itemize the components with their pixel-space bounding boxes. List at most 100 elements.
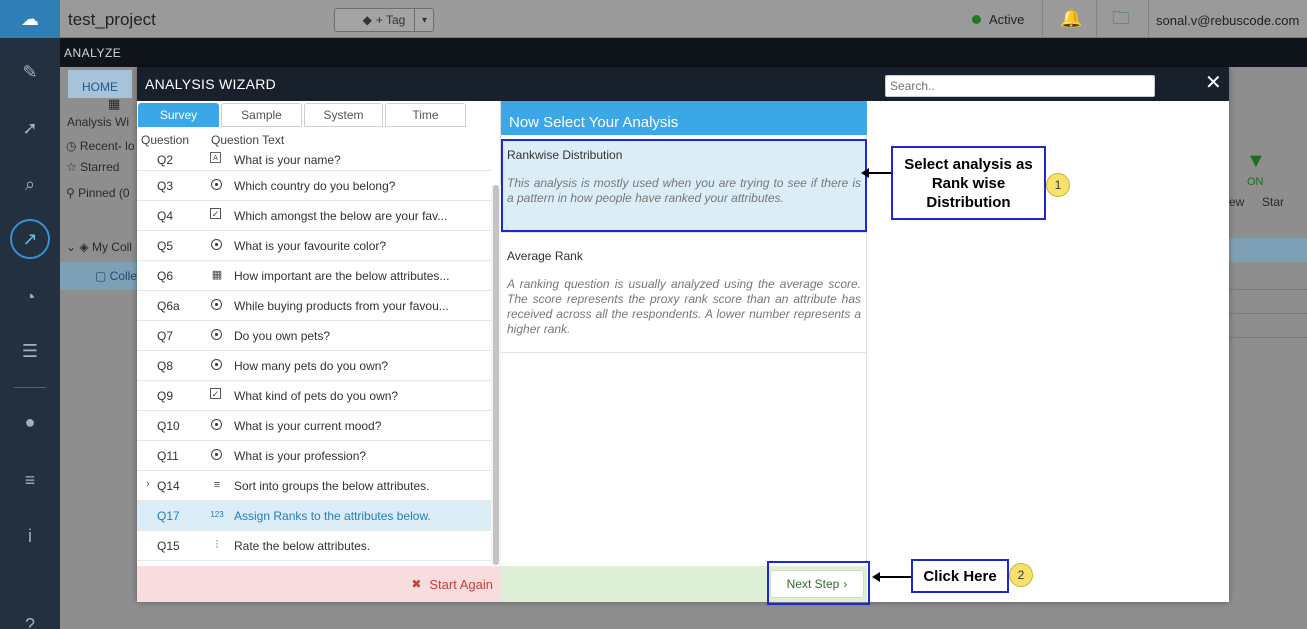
- bell-icon[interactable]: 🔔: [1060, 8, 1082, 29]
- close-icon: ✖: [411, 577, 422, 591]
- question-list: Q2 A What is your name? Q3 Which country…: [137, 151, 491, 565]
- scrollbar-thumb[interactable]: [493, 185, 499, 565]
- radio-question-icon: [210, 298, 224, 312]
- project-name: test_project: [68, 10, 156, 29]
- checkbox-question-icon: ✓: [210, 208, 221, 219]
- top-bar: test_project ◆ + Tag ▾ Active 🔔 🗀 sonal.v…: [60, 0, 1307, 38]
- modal-title: ANALYSIS WIZARD: [145, 76, 277, 92]
- question-row-q17[interactable]: Q17 123 Assign Ranks to the attributes b…: [137, 501, 491, 531]
- column-header-question-text: Question Text: [211, 133, 285, 147]
- search-input[interactable]: [885, 75, 1155, 97]
- question-row-q8[interactable]: Q8 How many pets do you own?: [137, 351, 491, 381]
- close-icon[interactable]: ✕: [1205, 73, 1222, 93]
- source-tabs: Survey Sample System Time: [137, 101, 501, 129]
- tag-dropdown-chevron-icon[interactable]: ▾: [414, 8, 434, 32]
- question-row-q6[interactable]: Q6 ▦ How important are the below attribu…: [137, 261, 491, 291]
- rank-question-icon: 123: [210, 510, 224, 519]
- table-row-highlight: [1228, 238, 1307, 262]
- starred-item[interactable]: ☆ Starred: [66, 160, 119, 174]
- question-row-q5[interactable]: Q5 What is your favourite color?: [137, 231, 491, 261]
- callout-number-badge: 1: [1046, 173, 1070, 197]
- question-row-q14[interactable]: › Q14 ≡ Sort into groups the below attri…: [137, 471, 491, 501]
- callout-select-analysis: Select analysis as Rank wise Distributio…: [891, 146, 1046, 220]
- question-row-q6a[interactable]: Q6a While buying products from your favo…: [137, 291, 491, 321]
- collection-item[interactable]: ▢ Colle: [95, 269, 137, 283]
- radio-question-icon: [210, 328, 224, 342]
- pinned-item[interactable]: ⚲ Pinned (0: [66, 186, 130, 200]
- question-row-q11[interactable]: Q11 What is your profession?: [137, 441, 491, 471]
- radio-question-icon: [210, 238, 224, 252]
- divider: [1228, 313, 1307, 314]
- column-header-question: Question: [141, 133, 190, 147]
- analysis-wizard-label[interactable]: Analysis Wi: [67, 115, 129, 129]
- tag-icon: ◆: [362, 13, 372, 27]
- rocket-icon[interactable]: ➚: [0, 113, 60, 143]
- status-dot-icon: [972, 15, 981, 24]
- question-panel: Survey Sample System Time Question Quest…: [137, 101, 501, 602]
- divider: [1042, 0, 1043, 38]
- modal-header: ANALYSIS WIZARD ✕: [137, 67, 1229, 101]
- section-bar: ANALYZE: [60, 38, 1307, 67]
- question-row-q2[interactable]: Q2 A What is your name?: [137, 151, 491, 171]
- grid-question-icon: ▦: [211, 269, 223, 281]
- radio-question-icon: [210, 418, 224, 432]
- tab-home[interactable]: HOME: [68, 70, 132, 98]
- filter-icon[interactable]: ▼: [1246, 150, 1266, 173]
- callout-arrow-line: [868, 172, 892, 174]
- analysis-panel-title: Now Select Your Analysis: [501, 101, 867, 135]
- rating-question-icon: ⫶: [215, 539, 219, 551]
- question-row-q3[interactable]: Q3 Which country do you belong?: [137, 171, 491, 201]
- recent-item[interactable]: ◷ Recent- lo: [66, 139, 135, 153]
- analysis-wizard-icon[interactable]: ▦: [108, 96, 120, 112]
- question-row-q10[interactable]: Q10 What is your current mood?: [137, 411, 491, 441]
- question-row-q9[interactable]: Q9 ✓ What kind of pets do you own?: [137, 381, 491, 411]
- my-collection-item[interactable]: ⌄ ◈ My Coll: [66, 240, 132, 254]
- question-row-q15[interactable]: Q15 ⫶ Rate the below attributes.: [137, 531, 491, 561]
- question-list-header: Question Question Text: [137, 131, 501, 151]
- filter-on-label: ON: [1247, 176, 1264, 188]
- column-header-view: ew: [1229, 195, 1245, 209]
- question-row-q4[interactable]: Q4 ✓ Which amongst the below are your fa…: [137, 201, 491, 231]
- radio-question-icon: [210, 358, 224, 372]
- edit-icon[interactable]: ✎: [0, 57, 60, 87]
- callout-arrow-line: [879, 576, 912, 578]
- project-status: Active: [972, 12, 1024, 27]
- question-row-q7[interactable]: Q7 Do you own pets?: [137, 321, 491, 351]
- cloud-folder-icon[interactable]: 🗀: [1112, 6, 1130, 36]
- logo-icon[interactable]: ☁: [0, 0, 60, 38]
- dashboard-icon[interactable]: ◔: [0, 282, 60, 312]
- divider: [1096, 0, 1097, 38]
- callout-number-badge: 2: [1009, 563, 1033, 587]
- user-icon[interactable]: ●: [0, 407, 60, 437]
- list-icon[interactable]: ☰: [0, 336, 60, 366]
- radio-question-icon: [210, 178, 224, 192]
- analysis-option-average-rank[interactable]: Average Rank A ranking question is usual…: [501, 241, 867, 353]
- sidebar: ☁ ✎ ➚ ⌕ ↗ ◔ ☰ ● ≡ i ?: [0, 0, 60, 629]
- start-again-button[interactable]: ✖ Start Again: [137, 566, 501, 602]
- radio-question-icon: [210, 448, 224, 462]
- sidebar-divider: [14, 387, 46, 388]
- column-header-star: Star: [1262, 195, 1285, 209]
- info-icon[interactable]: i: [0, 521, 60, 551]
- text-question-icon: A: [210, 152, 221, 163]
- search-icon[interactable]: ⌕: [0, 169, 60, 199]
- divider: [1228, 289, 1307, 290]
- database-icon[interactable]: ≡: [0, 465, 60, 495]
- expand-chevron-icon[interactable]: ›: [146, 478, 150, 490]
- divider: [1228, 337, 1307, 338]
- tab-system[interactable]: System: [304, 103, 383, 127]
- user-email[interactable]: sonal.v@rebuscode.com: [1156, 13, 1299, 28]
- help-icon[interactable]: ?: [0, 610, 60, 629]
- divider: [1148, 0, 1149, 38]
- section-label: ANALYZE: [64, 46, 122, 60]
- highlight-next-step: [767, 561, 870, 605]
- callout-click-here: Click Here: [911, 559, 1009, 593]
- analyze-chart-icon[interactable]: ↗: [0, 219, 60, 259]
- tab-time[interactable]: Time: [385, 103, 466, 127]
- tab-sample[interactable]: Sample: [221, 103, 302, 127]
- sort-question-icon: ≡: [213, 479, 221, 491]
- checkbox-question-icon: ✓: [210, 388, 221, 399]
- tab-survey[interactable]: Survey: [138, 103, 219, 127]
- question-list-scrollbar[interactable]: [491, 185, 501, 565]
- highlight-rankwise-option: [501, 139, 867, 232]
